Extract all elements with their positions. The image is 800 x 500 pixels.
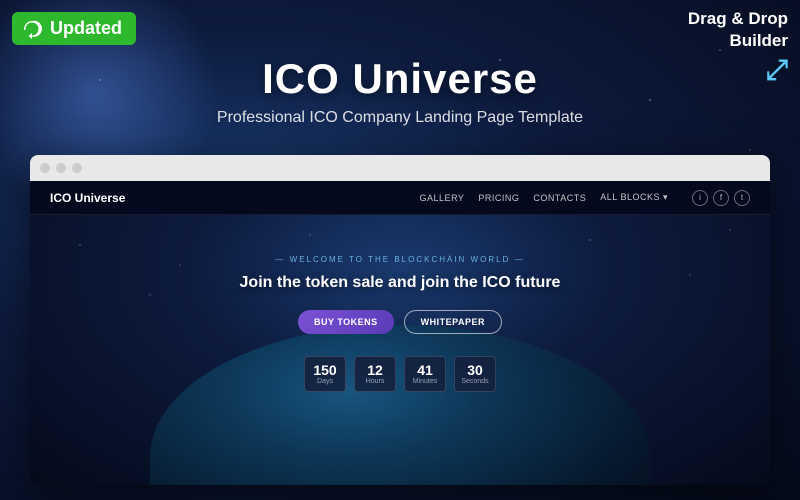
updated-badge: Updated xyxy=(12,12,136,45)
planet-decoration xyxy=(150,325,650,485)
info-icon[interactable]: i xyxy=(692,190,708,206)
countdown-seconds: 30 Seconds xyxy=(454,356,496,392)
welcome-label: WELCOME TO THE BLOCKCHAIN WORLD xyxy=(275,255,524,264)
countdown-days-label: Days xyxy=(317,378,333,385)
refresh-icon xyxy=(22,19,42,39)
nav-links: GALLERY PRICING CONTACTS ALL BLOCKS i f … xyxy=(420,190,750,206)
countdown-timer: 150 Days 12 Hours 41 Minutes 30 Seconds xyxy=(304,356,496,392)
cta-buttons-group: BUY TOKENS WHITEPAPER xyxy=(298,310,502,334)
dnd-line1: Drag & Drop xyxy=(688,9,788,28)
browser-mockup: ICO Universe GALLERY PRICING CONTACTS AL… xyxy=(30,155,770,485)
countdown-hours-number: 12 xyxy=(367,363,383,377)
countdown-hours: 12 Hours xyxy=(354,356,396,392)
facebook-icon[interactable]: f xyxy=(713,190,729,206)
countdown-days: 150 Days xyxy=(304,356,346,392)
page-main-heading: Join the token sale and join the ICO fut… xyxy=(240,272,561,294)
countdown-minutes-number: 41 xyxy=(417,363,433,377)
nav-link-all-blocks[interactable]: ALL BLOCKS xyxy=(600,192,668,203)
nav-social-icons: i f t xyxy=(692,190,750,206)
hero-subtitle: Professional ICO Company Landing Page Te… xyxy=(0,109,800,127)
nav-brand: ICO Universe xyxy=(50,191,420,205)
countdown-days-number: 150 xyxy=(313,363,336,377)
dnd-badge: Drag & Drop Builder ⤢ xyxy=(688,8,788,89)
nav-link-gallery[interactable]: GALLERY xyxy=(420,193,465,203)
countdown-minutes: 41 Minutes xyxy=(404,356,446,392)
twitter-icon[interactable]: t xyxy=(734,190,750,206)
hero-section: ICO Universe Professional ICO Company La… xyxy=(0,55,800,127)
nav-link-contacts[interactable]: CONTACTS xyxy=(533,193,586,203)
countdown-seconds-number: 30 xyxy=(467,363,483,377)
buy-tokens-button[interactable]: BUY TOKENS xyxy=(298,310,394,334)
page-hero-content: WELCOME TO THE BLOCKCHAIN WORLD Join the… xyxy=(30,215,770,485)
browser-dot-yellow xyxy=(56,163,66,173)
resize-arrow-icon: ⤢ xyxy=(688,52,788,88)
browser-dot-red xyxy=(40,163,50,173)
countdown-seconds-label: Seconds xyxy=(461,378,488,385)
nav-link-pricing[interactable]: PRICING xyxy=(478,193,519,203)
hero-title: ICO Universe xyxy=(0,55,800,103)
countdown-minutes-label: Minutes xyxy=(413,378,438,385)
background-wrapper: Updated Drag & Drop Builder ⤢ ICO Univer… xyxy=(0,0,800,500)
page-navbar: ICO Universe GALLERY PRICING CONTACTS AL… xyxy=(30,181,770,215)
whitepaper-button[interactable]: WHITEPAPER xyxy=(404,310,502,334)
browser-dot-green xyxy=(72,163,82,173)
countdown-hours-label: Hours xyxy=(366,378,385,385)
browser-chrome-bar xyxy=(30,155,770,181)
updated-label: Updated xyxy=(50,18,122,39)
dnd-line2: Builder xyxy=(729,31,788,50)
